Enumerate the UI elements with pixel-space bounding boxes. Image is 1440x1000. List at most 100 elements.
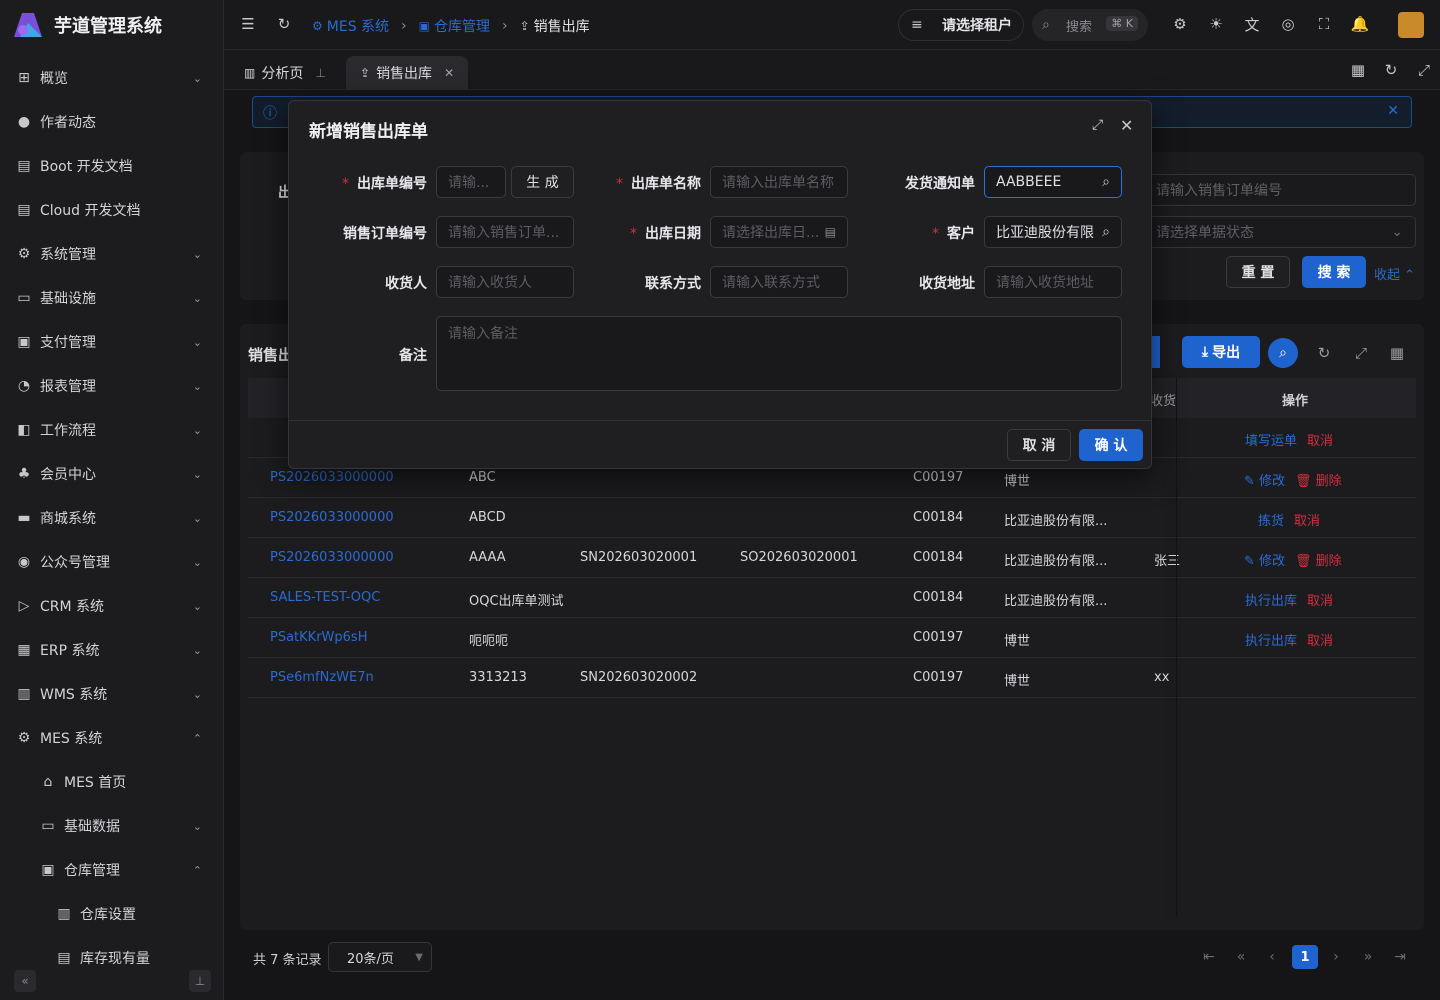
sidebar-item[interactable]: ▭ 基础数据 ⌄ (0, 804, 224, 848)
chevron-down-icon: ⌄ (192, 599, 202, 613)
name-input[interactable]: 请输入出库单名称 (710, 166, 848, 198)
sidebar-item[interactable]: ▣ 支付管理 ⌄ (0, 320, 224, 364)
notice-input[interactable]: AABBEEE ⌕ (984, 166, 1122, 198)
sidebar-item[interactable]: ▥ WMS 系统 ⌄ (0, 672, 224, 716)
pin-icon[interactable]: ⊥ (189, 970, 211, 992)
sidebar-item[interactable]: ● 作者动态 (0, 100, 224, 144)
sidebar-item-label: 基础设施 (40, 291, 96, 307)
label-text: 客户 (947, 226, 975, 242)
contact-input[interactable]: 请输入联系方式 (710, 266, 848, 298)
placeholder: 请输入联系方式 (722, 275, 820, 291)
chip-icon: ⚙ (17, 730, 31, 746)
sidebar-item[interactable]: ⌂ MES 首页 (0, 760, 224, 804)
so-input[interactable]: 请输入销售订单... (436, 216, 574, 248)
close-icon[interactable]: ✕ (1120, 116, 1133, 135)
sidebar-item-label: 作者动态 (40, 115, 96, 131)
sidebar-item[interactable]: ▥ 仓库设置 (0, 892, 224, 936)
sidebar-item-label: Cloud 开发文档 (40, 203, 141, 219)
flow-icon: ◧ (17, 422, 31, 438)
sidebar-item[interactable]: ◔ 报表管理 ⌄ (0, 364, 224, 408)
sidebar-item[interactable]: ⊞ 概览 ⌄ (0, 56, 224, 100)
chevron-down-icon: ⌄ (192, 511, 202, 525)
sidebar-item[interactable]: ▤ Boot 开发文档 (0, 144, 224, 188)
label-text: 收货人 (385, 276, 427, 292)
sidebar-item[interactable]: ⚙ MES 系统 ⌃ (0, 716, 224, 760)
warehouse-icon: ▣ (41, 862, 55, 878)
sidebar-item[interactable]: ▬ 商城系统 ⌄ (0, 496, 224, 540)
calendar-icon: ▤ (824, 225, 836, 239)
address-label: 收货地址 (889, 273, 975, 293)
sidebar-item-label: ERP 系统 (40, 643, 100, 659)
maximize-icon[interactable]: ⤢ (1092, 117, 1103, 133)
required-mark: * (616, 176, 623, 192)
date-label: * 出库日期 (615, 223, 701, 243)
sidebar-item-label: 会员中心 (40, 467, 96, 483)
generate-button[interactable]: 生 成 (511, 166, 574, 198)
address-input[interactable]: 请输入收货地址 (984, 266, 1122, 298)
collapse-sidebar-icon[interactable]: « (14, 970, 36, 992)
sidebar-item-label: 仓库设置 (80, 907, 136, 923)
placeholder: 请输入收货地址 (996, 275, 1094, 291)
app-logo[interactable]: 芋道管理系统 (12, 10, 162, 40)
code-input[interactable]: 请输... (436, 166, 506, 198)
chevron-down-icon: ⌄ (192, 643, 202, 657)
label-text: 出库日期 (645, 226, 701, 242)
doc-icon: ▤ (17, 202, 31, 218)
cancel-label: 取 消 (1022, 438, 1056, 454)
chevron-up-icon: ⌃ (192, 731, 202, 745)
label-text: 发货通知单 (905, 176, 975, 192)
label-text: 出库单编号 (357, 176, 427, 192)
pie-icon: ◔ (17, 378, 31, 394)
sidebar-item-label: 报表管理 (40, 379, 96, 395)
crm-icon: ▷ (18, 598, 30, 614)
customer-input[interactable]: 比亚迪股份有限 ⌕ (984, 216, 1122, 248)
monitor-icon: ▭ (17, 290, 31, 306)
contact-label: 联系方式 (615, 273, 701, 293)
sidebar-item[interactable]: ▦ ERP 系统 ⌄ (0, 628, 224, 672)
sidebar-item-label: 系统管理 (40, 247, 96, 263)
sidebar-item-label: 仓库管理 (64, 863, 120, 879)
chevron-down-icon: ⌄ (192, 71, 202, 85)
compass-icon: ◉ (17, 554, 31, 570)
pay-icon: ▣ (17, 334, 31, 350)
sidebar-item-label: Boot 开发文档 (40, 159, 133, 175)
label-text: 销售订单编号 (343, 226, 427, 242)
chevron-down-icon: ⌄ (192, 335, 202, 349)
shop-icon: ▬ (17, 510, 31, 526)
sidebar-item[interactable]: ▤ Cloud 开发文档 (0, 188, 224, 232)
label-text: 出库单名称 (631, 176, 701, 192)
search-icon[interactable]: ⌕ (1102, 224, 1110, 240)
sidebar-item-label: 概览 (40, 71, 68, 87)
sidebar-item[interactable]: ◉ 公众号管理 ⌄ (0, 540, 224, 584)
sidebar-item-label: MES 系统 (40, 731, 103, 747)
sidebar-item[interactable]: ▷ CRM 系统 ⌄ (0, 584, 224, 628)
confirm-button[interactable]: 确 认 (1079, 429, 1143, 461)
code-label: * 出库单编号 (341, 173, 427, 193)
required-mark: * (342, 176, 349, 192)
sidebar-item[interactable]: ▭ 基础设施 ⌄ (0, 276, 224, 320)
add-outbound-modal: 新增销售出库单 ⤢ ✕ * 出库单编号 请输... 生 成 * 出库单名称 请输入出… (288, 100, 1152, 469)
receiver-input[interactable]: 请输入收货人 (436, 266, 574, 298)
label-text: 收货地址 (919, 276, 975, 292)
remark-label: 备注 (341, 345, 427, 365)
customer-label: * 客户 (889, 223, 975, 243)
notice-label: 发货通知单 (889, 173, 975, 193)
modal-title: 新增销售出库单 (309, 122, 428, 142)
sidebar-item-label: 基础数据 (64, 819, 120, 835)
board-icon: ▭ (41, 818, 55, 834)
placeholder: 请输入备注 (448, 326, 518, 342)
remark-textarea[interactable]: 请输入备注 (436, 316, 1122, 391)
required-mark: * (630, 226, 637, 242)
name-label: * 出库单名称 (615, 173, 701, 193)
sidebar-item[interactable]: ♣ 会员中心 ⌄ (0, 452, 224, 496)
date-picker[interactable]: 请选择出库日... ▤ (710, 216, 848, 248)
sidebar-item[interactable]: ◧ 工作流程 ⌄ (0, 408, 224, 452)
input-value: 比亚迪股份有限 (996, 225, 1094, 241)
search-icon[interactable]: ⌕ (1102, 174, 1110, 190)
sidebar-item[interactable]: ▣ 仓库管理 ⌃ (0, 848, 224, 892)
cancel-button[interactable]: 取 消 (1007, 429, 1071, 461)
generate-label: 生 成 (526, 175, 559, 191)
sidebar-item[interactable]: ⚙ 系统管理 ⌄ (0, 232, 224, 276)
erp-icon: ▦ (17, 642, 31, 658)
sidebar-item-label: CRM 系统 (40, 599, 105, 615)
